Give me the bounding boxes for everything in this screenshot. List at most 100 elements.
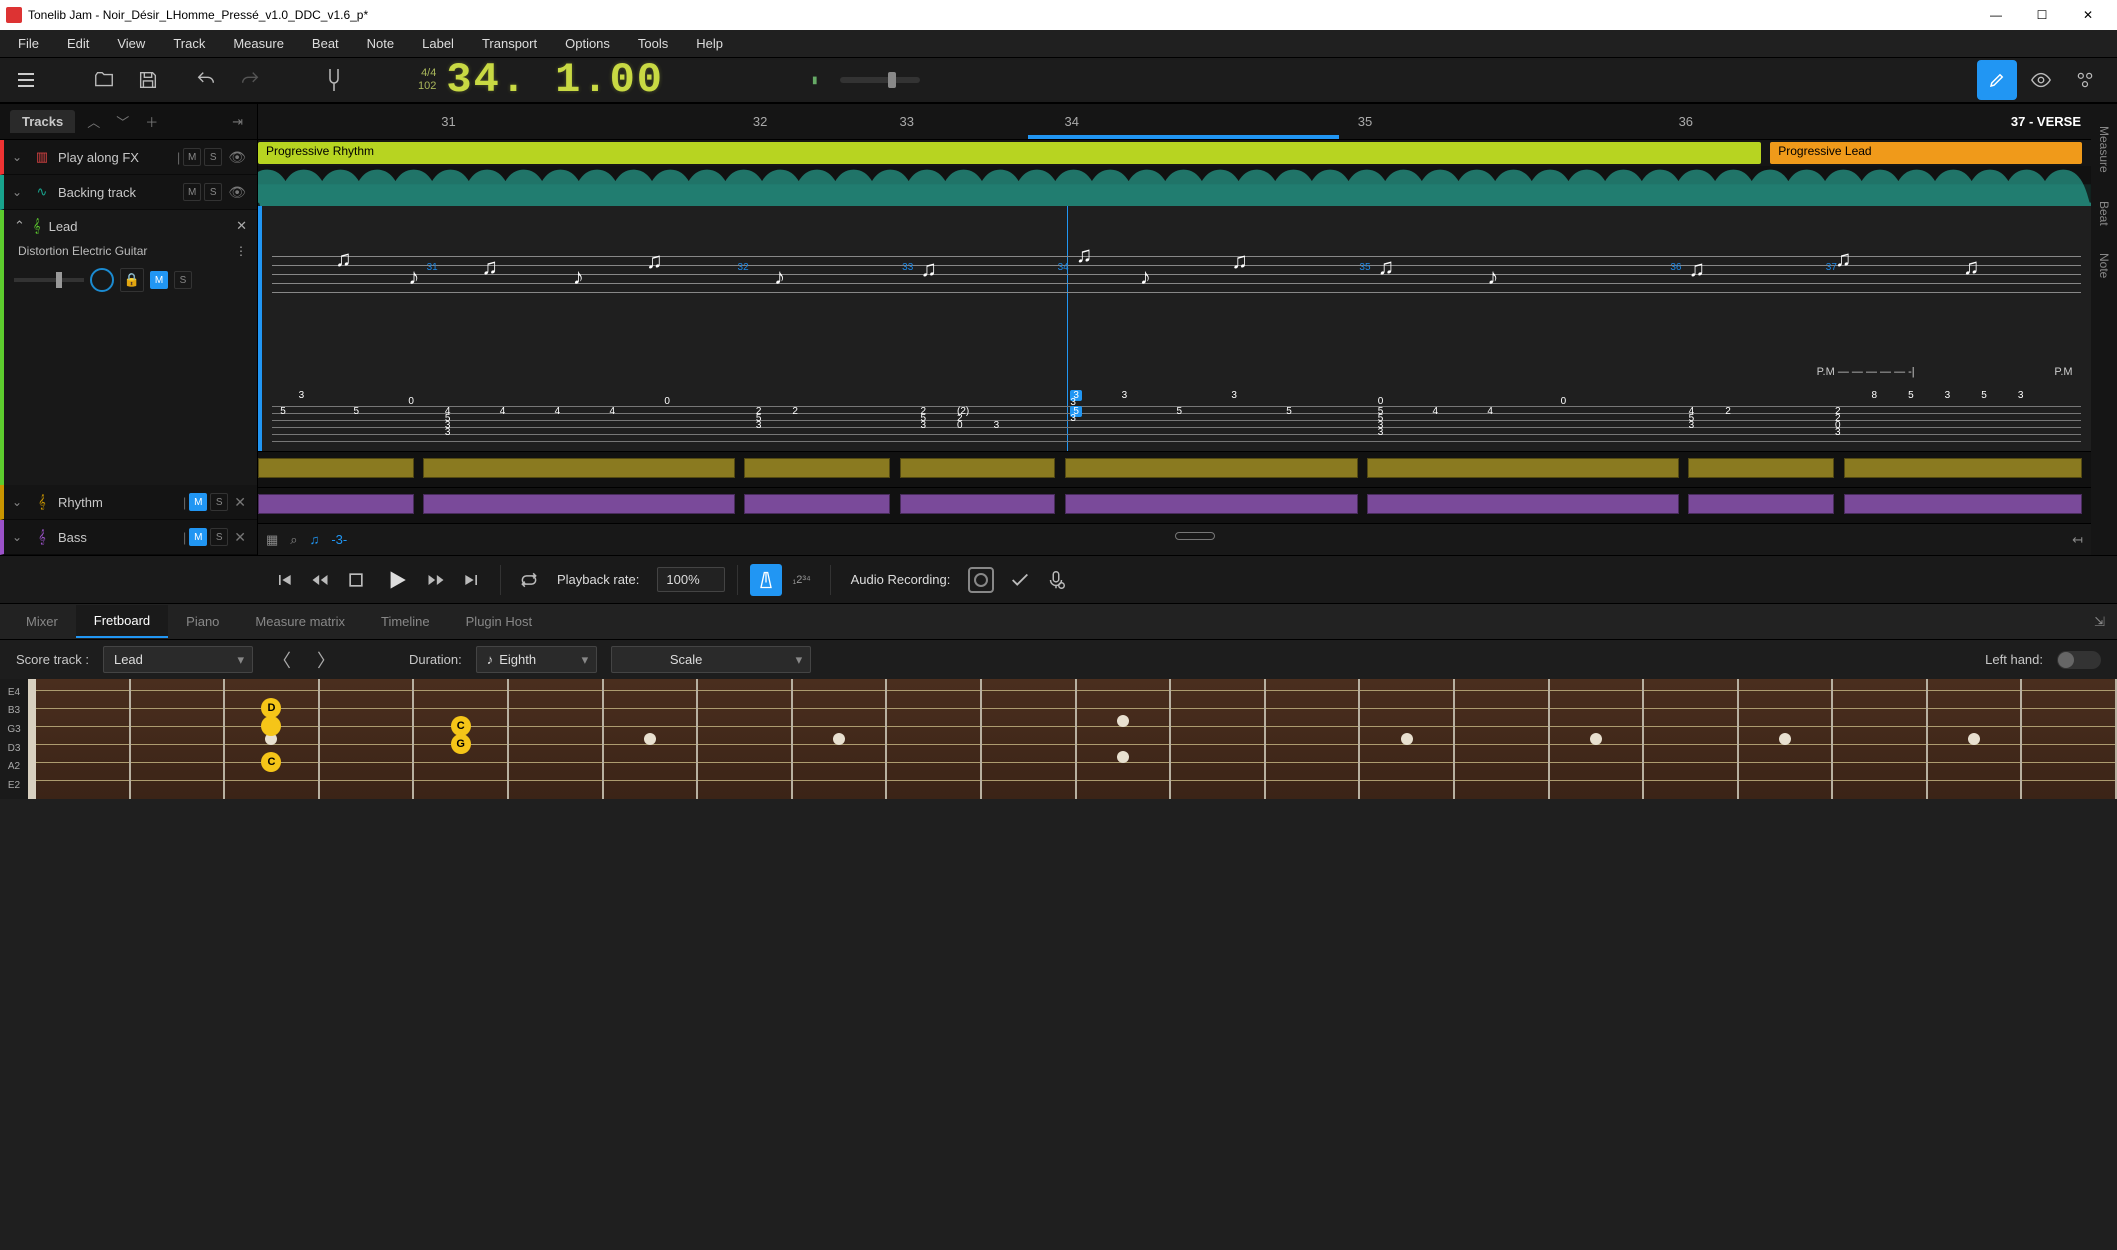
region-progressive-lead[interactable]: Progressive Lead bbox=[1770, 142, 2082, 164]
solo-button[interactable]: S bbox=[174, 271, 192, 289]
menu-options[interactable]: Options bbox=[551, 32, 624, 55]
duration-select[interactable]: ♪Eighth bbox=[476, 646, 597, 673]
hamburger-button[interactable] bbox=[6, 60, 46, 100]
bass-block-lane[interactable] bbox=[258, 487, 2091, 523]
metronome-icon[interactable] bbox=[750, 564, 782, 596]
fretboard-note[interactable]: D bbox=[261, 698, 281, 718]
close-button[interactable]: ✕ bbox=[2065, 0, 2111, 30]
tab-measure-matrix[interactable]: Measure matrix bbox=[237, 606, 363, 637]
notes-icon[interactable]: ♫ bbox=[310, 532, 320, 547]
next-beat-icon[interactable]: 〉 bbox=[311, 647, 341, 673]
fret[interactable] bbox=[982, 679, 1077, 799]
fret[interactable] bbox=[1266, 679, 1361, 799]
link-icon[interactable]: | bbox=[177, 150, 180, 165]
playback-rate-select[interactable]: 100% bbox=[657, 567, 724, 592]
chevron-down-icon[interactable]: ⌄ bbox=[12, 150, 26, 164]
track-row-lead-expanded[interactable]: ⌃ 𝄞 Lead ✕ Distortion Electric Guitar ⋮ … bbox=[0, 210, 257, 485]
fret[interactable] bbox=[604, 679, 699, 799]
fret[interactable] bbox=[1928, 679, 2023, 799]
track-row-play-along-fx[interactable]: ⌄ ▥ Play along FX | M S 👁 bbox=[0, 140, 257, 175]
pan-knob[interactable] bbox=[90, 268, 114, 292]
visibility-icon[interactable]: 👁 bbox=[225, 184, 249, 201]
fretboard-note[interactable]: G bbox=[451, 734, 471, 754]
fret[interactable] bbox=[1360, 679, 1455, 799]
grid-icon[interactable]: ▦ bbox=[266, 532, 278, 548]
close-track-icon[interactable]: ✕ bbox=[236, 218, 247, 234]
side-tab-note[interactable]: Note bbox=[2094, 239, 2114, 292]
maximize-button[interactable]: ☐ bbox=[2019, 0, 2065, 30]
fret[interactable]: CG bbox=[414, 679, 509, 799]
solo-button[interactable]: S bbox=[204, 148, 222, 166]
visibility-icon[interactable]: 👁 bbox=[225, 149, 249, 166]
menu-label[interactable]: Label bbox=[408, 32, 468, 55]
open-file-icon[interactable] bbox=[84, 60, 124, 100]
score-track-select[interactable]: Lead bbox=[103, 646, 253, 673]
goto-end-icon[interactable] bbox=[456, 564, 488, 596]
tab-piano[interactable]: Piano bbox=[168, 606, 237, 637]
play-icon[interactable] bbox=[376, 560, 416, 600]
fretboard-note[interactable]: C bbox=[261, 752, 281, 772]
tab-fretboard[interactable]: Fretboard bbox=[76, 605, 168, 638]
checkmark-icon[interactable] bbox=[1004, 564, 1036, 596]
fretboard-note[interactable] bbox=[261, 716, 281, 736]
settings-icon[interactable] bbox=[2065, 60, 2105, 100]
mute-button[interactable]: M bbox=[183, 183, 201, 201]
fret[interactable] bbox=[1739, 679, 1834, 799]
zoom-icon[interactable]: ⌕ bbox=[290, 532, 297, 548]
horizontal-scroll-handle[interactable] bbox=[1175, 532, 1215, 540]
stop-icon[interactable] bbox=[340, 564, 372, 596]
left-hand-toggle[interactable] bbox=[2057, 651, 2101, 669]
tab-timeline[interactable]: Timeline bbox=[363, 606, 448, 637]
master-volume-slider[interactable] bbox=[840, 77, 920, 83]
close-track-icon[interactable]: ✕ bbox=[231, 494, 249, 511]
menu-edit[interactable]: Edit bbox=[53, 32, 103, 55]
track-row-rhythm[interactable]: ⌄ 𝄞 Rhythm | M S ✕ bbox=[0, 485, 257, 520]
mic-settings-icon[interactable] bbox=[1040, 564, 1072, 596]
fret[interactable] bbox=[1455, 679, 1550, 799]
count-in-icon[interactable]: ₁2³⁴ bbox=[786, 564, 818, 596]
menu-note[interactable]: Note bbox=[353, 32, 408, 55]
track-down-icon[interactable]: ﹀ bbox=[112, 108, 133, 135]
fret[interactable] bbox=[1171, 679, 1266, 799]
fret[interactable] bbox=[320, 679, 415, 799]
fret[interactable]: DC bbox=[225, 679, 320, 799]
mute-button[interactable]: M bbox=[183, 148, 201, 166]
tuning-fork-icon[interactable] bbox=[314, 60, 354, 100]
menu-beat[interactable]: Beat bbox=[298, 32, 353, 55]
fret[interactable] bbox=[131, 679, 226, 799]
save-file-icon[interactable] bbox=[128, 60, 168, 100]
score-area[interactable]: 31 32 33 34 35 36 37 ♫ ♪ ♫ ♪ ♫ ♪ ♫ ♫ ♪ ♫… bbox=[258, 206, 2091, 451]
fretboard[interactable]: DCCG bbox=[28, 679, 2117, 799]
collapse-sidebar-icon[interactable]: ⇥ bbox=[228, 110, 247, 134]
tab-plugin-host[interactable]: Plugin Host bbox=[448, 606, 550, 637]
fret[interactable] bbox=[1077, 679, 1172, 799]
fret[interactable] bbox=[2022, 679, 2117, 799]
redo-icon[interactable] bbox=[230, 60, 270, 100]
menu-measure[interactable]: Measure bbox=[219, 32, 298, 55]
rewind-icon[interactable] bbox=[304, 564, 336, 596]
mute-button[interactable]: M bbox=[189, 528, 207, 546]
side-tab-measure[interactable]: Measure bbox=[2094, 112, 2114, 187]
fret[interactable] bbox=[1833, 679, 1928, 799]
menu-tools[interactable]: Tools bbox=[624, 32, 682, 55]
fret[interactable] bbox=[887, 679, 982, 799]
undo-icon[interactable] bbox=[186, 60, 226, 100]
track-row-bass[interactable]: ⌄ 𝄞 Bass | M S ✕ bbox=[0, 520, 257, 555]
chevron-up-icon[interactable]: ⌃ bbox=[14, 218, 25, 234]
panel-options-icon[interactable]: ⇲ bbox=[2090, 610, 2109, 634]
link-icon[interactable]: | bbox=[183, 495, 186, 510]
link-icon[interactable]: | bbox=[183, 530, 186, 545]
tracks-tab[interactable]: Tracks bbox=[10, 110, 75, 133]
fret[interactable] bbox=[509, 679, 604, 799]
fret[interactable] bbox=[793, 679, 888, 799]
fret[interactable] bbox=[1550, 679, 1645, 799]
track-row-backing[interactable]: ⌄ ∿ Backing track M S 👁 bbox=[0, 175, 257, 210]
prev-beat-icon[interactable]: 〈 bbox=[267, 647, 297, 673]
minimize-button[interactable]: — bbox=[1973, 0, 2019, 30]
edit-mode-icon[interactable] bbox=[1977, 60, 2017, 100]
add-track-icon[interactable]: ＋ bbox=[141, 108, 162, 135]
side-tab-beat[interactable]: Beat bbox=[2094, 187, 2114, 240]
rhythm-block-lane[interactable] bbox=[258, 451, 2091, 487]
mute-button[interactable]: M bbox=[150, 271, 168, 289]
track-up-icon[interactable]: ︿ bbox=[83, 108, 104, 135]
